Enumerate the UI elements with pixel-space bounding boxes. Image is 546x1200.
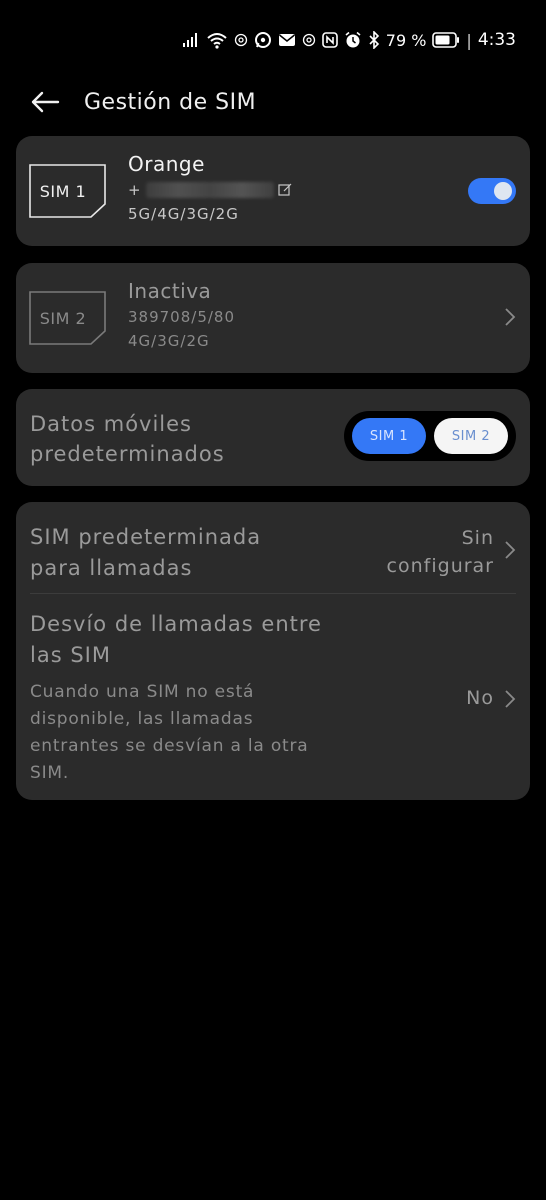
- battery-icon: [432, 32, 460, 48]
- whatsapp-icon: [254, 31, 272, 49]
- clock: 4:33: [477, 30, 516, 50]
- bluetooth-icon: [368, 31, 380, 49]
- default-call-sim-title: SIM predeterminada para llamadas: [30, 525, 262, 580]
- sim1-card[interactable]: SIM 1 Orange + 5G/4G/3G/2G: [16, 136, 530, 246]
- sim1-phone-prefix: +: [128, 181, 142, 199]
- sim1-phone-redacted: [145, 182, 274, 198]
- chevron-right-icon: [504, 307, 516, 327]
- sim2-network: 4G/3G/2G: [128, 332, 210, 350]
- back-button[interactable]: [30, 84, 66, 120]
- sim1-network: 5G/4G/3G/2G: [128, 205, 239, 223]
- alarm-icon: [344, 31, 362, 49]
- data-sim2-option[interactable]: SIM 2: [434, 418, 508, 454]
- sim2-number: 389708/5/80: [128, 308, 235, 326]
- calls-card: SIM predeterminada para llamadas Sin con…: [16, 502, 530, 800]
- sim1-chip-label: SIM 1: [39, 181, 87, 201]
- at-icon: [302, 33, 316, 47]
- signal-icon: [182, 32, 200, 48]
- chevron-right-icon: [504, 689, 516, 709]
- status-bar: 79 % | 4:33: [182, 28, 516, 52]
- call-forwarding-value: No: [466, 687, 494, 709]
- sim2-status: Inactiva: [128, 279, 212, 303]
- back-arrow-icon: [31, 91, 60, 113]
- call-forwarding-row[interactable]: Desvío de llamadas entre las SIM Cuando …: [16, 594, 530, 800]
- status-separator: |: [466, 30, 472, 50]
- sim2-chip: SIM 2: [29, 291, 107, 345]
- chevron-right-icon: [504, 540, 516, 560]
- edit-icon[interactable]: [277, 183, 292, 197]
- toggle-knob: [494, 182, 512, 200]
- page-title: Gestión de SIM: [84, 89, 257, 115]
- call-forwarding-title: Desvío de llamadas entre las SIM: [30, 612, 322, 667]
- app-header: Gestión de SIM: [30, 82, 516, 122]
- sim2-card[interactable]: SIM 2 Inactiva 389708/5/80 4G/3G/2G: [16, 263, 530, 373]
- sim1-phone-row: +: [128, 178, 292, 202]
- battery-percent: 79 %: [385, 30, 427, 50]
- sim1-chip: SIM 1: [29, 164, 107, 218]
- at-icon: [234, 33, 248, 47]
- sim1-carrier-name: Orange: [128, 152, 205, 176]
- default-data-label: Datos móviles predeterminados: [30, 412, 225, 466]
- sim1-toggle[interactable]: [468, 178, 516, 204]
- default-data-card: Datos móviles predeterminados SIM 1 SIM …: [16, 389, 530, 486]
- sim1-info: Orange + 5G/4G/3G/2G: [128, 150, 292, 226]
- mail-icon: [278, 33, 296, 47]
- nfc-icon: [321, 32, 338, 48]
- default-call-sim-row[interactable]: SIM predeterminada para llamadas Sin con…: [16, 502, 530, 593]
- data-sim1-option[interactable]: SIM 1: [352, 418, 426, 454]
- sim2-info: Inactiva 389708/5/80 4G/3G/2G: [128, 277, 235, 353]
- default-call-sim-value: Sin configurar: [386, 527, 494, 577]
- call-forwarding-description: Cuando una SIM no está disponible, las l…: [30, 682, 309, 783]
- sim2-chip-label: SIM 2: [39, 308, 87, 328]
- wifi-icon: [206, 31, 228, 49]
- default-data-selector: SIM 1 SIM 2: [344, 411, 516, 461]
